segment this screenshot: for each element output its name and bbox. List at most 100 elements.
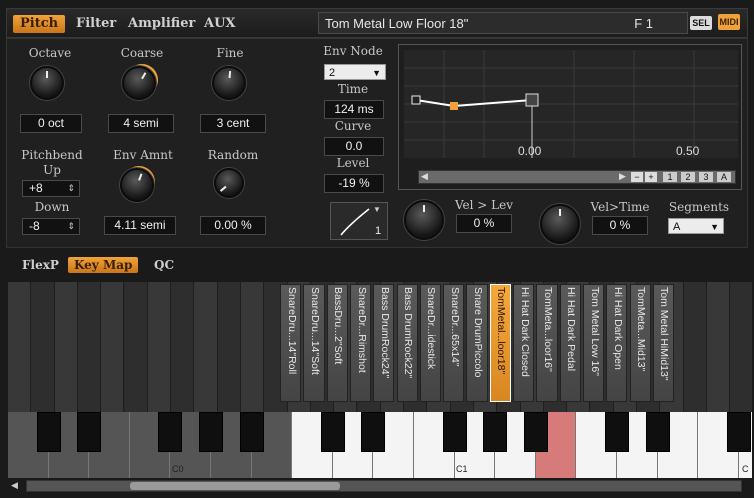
black-key[interactable] — [320, 412, 345, 452]
octave-knob[interactable] — [30, 66, 64, 100]
key-slot[interactable] — [217, 282, 241, 412]
program-name-display[interactable]: Tom Metal Low Floor 18" F 1 — [318, 12, 688, 34]
sample-zone[interactable]: Tom Metal HiMid13" — [652, 284, 675, 402]
sample-zone[interactable]: TomMeta...loor16" — [536, 284, 558, 402]
tab-flexphraser[interactable]: FlexP — [16, 257, 65, 273]
key-slot[interactable] — [241, 282, 265, 412]
black-key[interactable] — [199, 412, 223, 452]
sample-zone[interactable]: SnareDru...14"Roll — [280, 284, 302, 402]
key-slot[interactable] — [77, 282, 102, 412]
sample-zone[interactable]: TomMetal...loor18" — [489, 284, 511, 402]
sample-zone-label: SnareDr...idestick — [425, 287, 438, 370]
zoom-auto-button[interactable]: A — [717, 172, 731, 182]
sample-zone[interactable]: BassDru...2"Soft — [326, 284, 348, 402]
key-slot[interactable] — [194, 282, 218, 412]
sample-zone[interactable]: Hi Hat Dark Open — [606, 284, 628, 402]
vel-lev-knob[interactable] — [404, 200, 444, 240]
black-key[interactable] — [605, 412, 629, 452]
sample-zone[interactable]: SnareDru...14"Soft — [303, 284, 325, 402]
key-slot[interactable] — [683, 282, 707, 412]
key-slot[interactable] — [124, 282, 148, 412]
zoom-preset-2-button[interactable]: 2 — [681, 172, 695, 182]
black-key[interactable] — [483, 412, 508, 452]
envelope-scrollbar[interactable]: ◀ ▶ − + 1 2 3 A — [418, 170, 736, 184]
vel-time-value[interactable]: 0 % — [592, 216, 648, 235]
random-knob[interactable] — [214, 168, 244, 198]
vel-lev-value[interactable]: 0 % — [456, 214, 512, 233]
black-key[interactable] — [361, 412, 386, 452]
env-amnt-knob[interactable] — [120, 168, 154, 202]
env-amnt-value[interactable]: 4.11 semi — [104, 216, 176, 235]
black-key[interactable] — [523, 412, 548, 452]
sample-zone[interactable]: Hi Hat Dark Closed — [513, 284, 535, 402]
sample-zone[interactable]: Tom Metal Low 16" — [582, 284, 605, 402]
midi-button[interactable]: MIDI — [718, 14, 740, 30]
env-level-value[interactable]: -19 % — [324, 174, 384, 193]
arrow-left-icon[interactable]: ◀ — [421, 171, 428, 182]
sample-zone[interactable]: Snare DrumPiccolo — [466, 284, 488, 402]
random-label: Random — [207, 148, 259, 162]
tab-quick-controls[interactable]: QC — [148, 257, 180, 273]
pitchbend-up-spinner[interactable]: +8 ⇕ — [22, 180, 80, 197]
curve-type-selector[interactable]: ▼ 1 — [330, 202, 388, 240]
sample-zone[interactable]: SnareDr...idestick — [419, 284, 442, 402]
scrollbar-thumb[interactable] — [130, 482, 340, 490]
zoom-in-icon[interactable]: + — [645, 172, 657, 182]
black-key[interactable] — [36, 412, 61, 452]
key-map-area[interactable]: SnareDru...14"Roll SnareDru...14"Soft Bass… — [8, 282, 752, 478]
zoom-preset-3-button[interactable]: 3 — [699, 172, 713, 182]
fine-knob[interactable] — [212, 66, 246, 100]
black-key[interactable] — [645, 412, 670, 452]
sel-button[interactable]: SEL — [690, 16, 712, 30]
tab-pitch[interactable]: Pitch — [13, 15, 66, 33]
vel-time-knob[interactable] — [540, 204, 580, 244]
arrow-right-icon[interactable]: ▶ — [619, 171, 626, 182]
tab-amplifier[interactable]: Amplifier — [121, 15, 202, 33]
black-key[interactable] — [442, 412, 467, 452]
sample-zone[interactable]: Bass DrumRock22" — [396, 284, 418, 402]
octave-value[interactable]: 0 oct — [20, 114, 82, 133]
env-curve-value[interactable]: 0.0 — [324, 137, 384, 156]
sample-zone[interactable]: SnareDr...65x14" — [443, 284, 465, 402]
tab-key-map[interactable]: Key Map — [68, 257, 139, 273]
envelope-graph[interactable]: 0.00 0.50 — [404, 50, 738, 158]
key-slot[interactable] — [147, 282, 172, 412]
tab-filter[interactable]: Filter — [69, 15, 123, 33]
arrow-left-icon[interactable]: ◀ — [11, 480, 18, 491]
random-value[interactable]: 0.00 % — [200, 216, 266, 235]
env-time-value[interactable]: 124 ms — [324, 100, 384, 119]
key-slot[interactable] — [8, 282, 32, 412]
spinner-arrows-icon[interactable]: ⇕ — [67, 181, 75, 196]
key-slot[interactable] — [730, 282, 752, 412]
env-node-3[interactable] — [525, 93, 539, 107]
octave-key-label: C0 — [172, 464, 184, 474]
key-slot[interactable] — [31, 282, 55, 412]
zoom-preset-1-button[interactable]: 1 — [663, 172, 677, 182]
black-key[interactable] — [239, 412, 264, 452]
sample-zone[interactable]: Hi Hat Dark Pedal — [559, 284, 581, 402]
pitchbend-label: Pitchbend — [21, 148, 83, 162]
key-slot[interactable] — [54, 282, 78, 412]
pitchbend-down-spinner[interactable]: -8 ⇕ — [22, 218, 80, 235]
key-slot[interactable] — [707, 282, 731, 412]
sample-zone[interactable]: TomMeta...Mid13" — [629, 284, 651, 402]
env-node-dropdown[interactable]: 2 ▼ — [324, 64, 386, 80]
black-key[interactable] — [726, 412, 751, 452]
key-slot[interactable] — [101, 282, 125, 412]
key-slot[interactable] — [171, 282, 195, 412]
spinner-arrows-icon[interactable]: ⇕ — [67, 219, 75, 234]
segments-dropdown[interactable]: A ▼ — [668, 218, 724, 234]
zoom-out-icon[interactable]: − — [631, 172, 643, 182]
sample-zone[interactable]: Bass DrumRock24" — [373, 284, 395, 402]
sample-zone[interactable]: SnareDr...Rimshot — [349, 284, 372, 402]
keyboard[interactable]: C0 C1 C — [8, 412, 752, 478]
coarse-value[interactable]: 4 semi — [108, 114, 174, 133]
black-key[interactable] — [77, 412, 102, 452]
env-node-1[interactable] — [411, 95, 421, 105]
coarse-knob[interactable] — [122, 66, 156, 100]
env-node-2[interactable] — [450, 102, 458, 110]
black-key[interactable] — [158, 412, 183, 452]
fine-value[interactable]: 3 cent — [200, 114, 266, 133]
chevron-down-icon: ▼ — [373, 205, 381, 214]
tab-aux[interactable]: AUX — [197, 15, 243, 33]
